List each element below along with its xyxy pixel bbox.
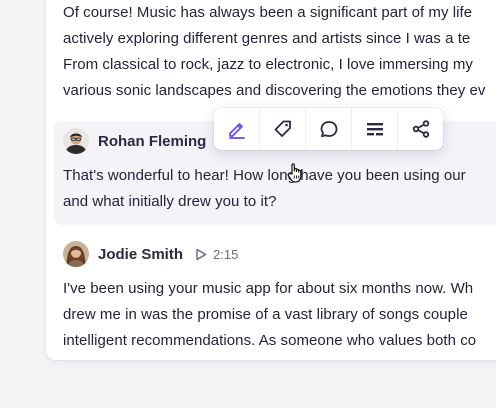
play-icon[interactable] <box>195 248 207 261</box>
message-line: drew me in was the promise of a vast lib… <box>63 306 468 323</box>
speaker-header: Jodie Smith 2:15 <box>63 241 238 267</box>
format-icon <box>366 123 383 136</box>
avatar[interactable] <box>63 241 89 267</box>
share-button[interactable] <box>398 108 443 150</box>
message-line: various sonic landscapes and discovering… <box>63 82 486 99</box>
hand-pointer-icon <box>286 162 306 189</box>
tag-button[interactable] <box>260 108 306 150</box>
audio-duration: 2:15 <box>213 246 239 262</box>
message-line: From classical to rock, jazz to electron… <box>63 56 473 73</box>
transcript-card: Of course! Music has always been a signi… <box>46 0 496 360</box>
message-line: intelligent recommendations. As someone … <box>63 332 477 349</box>
message-action-toolbar <box>214 108 443 150</box>
share-icon <box>412 120 429 138</box>
speaker-name: Jodie Smith <box>98 245 184 263</box>
message-line: Of course! Music has always been a signi… <box>63 4 473 21</box>
comment-button[interactable] <box>306 108 352 150</box>
message-line: and what initially drew you to it? <box>63 193 277 210</box>
tag-icon <box>274 120 291 137</box>
message-line: actively exploring different genres and … <box>63 30 471 47</box>
edit-button[interactable] <box>214 108 260 150</box>
avatar[interactable] <box>63 128 89 154</box>
message-text: Of course! Music has always been a signi… <box>63 0 485 104</box>
comment-icon <box>320 121 337 138</box>
message-line: That's wonderful to hear! How long have … <box>63 167 466 184</box>
message-line: I've been using your music app for about… <box>63 280 474 297</box>
speaker-header: Rohan Fleming <box>63 128 206 154</box>
format-button[interactable] <box>352 108 398 150</box>
message-text: I've been using your music app for about… <box>63 276 476 354</box>
speaker-name: Rohan Fleming <box>98 132 207 150</box>
message-text: That's wonderful to hear! How long have … <box>63 163 466 215</box>
edit-icon <box>228 123 245 139</box>
